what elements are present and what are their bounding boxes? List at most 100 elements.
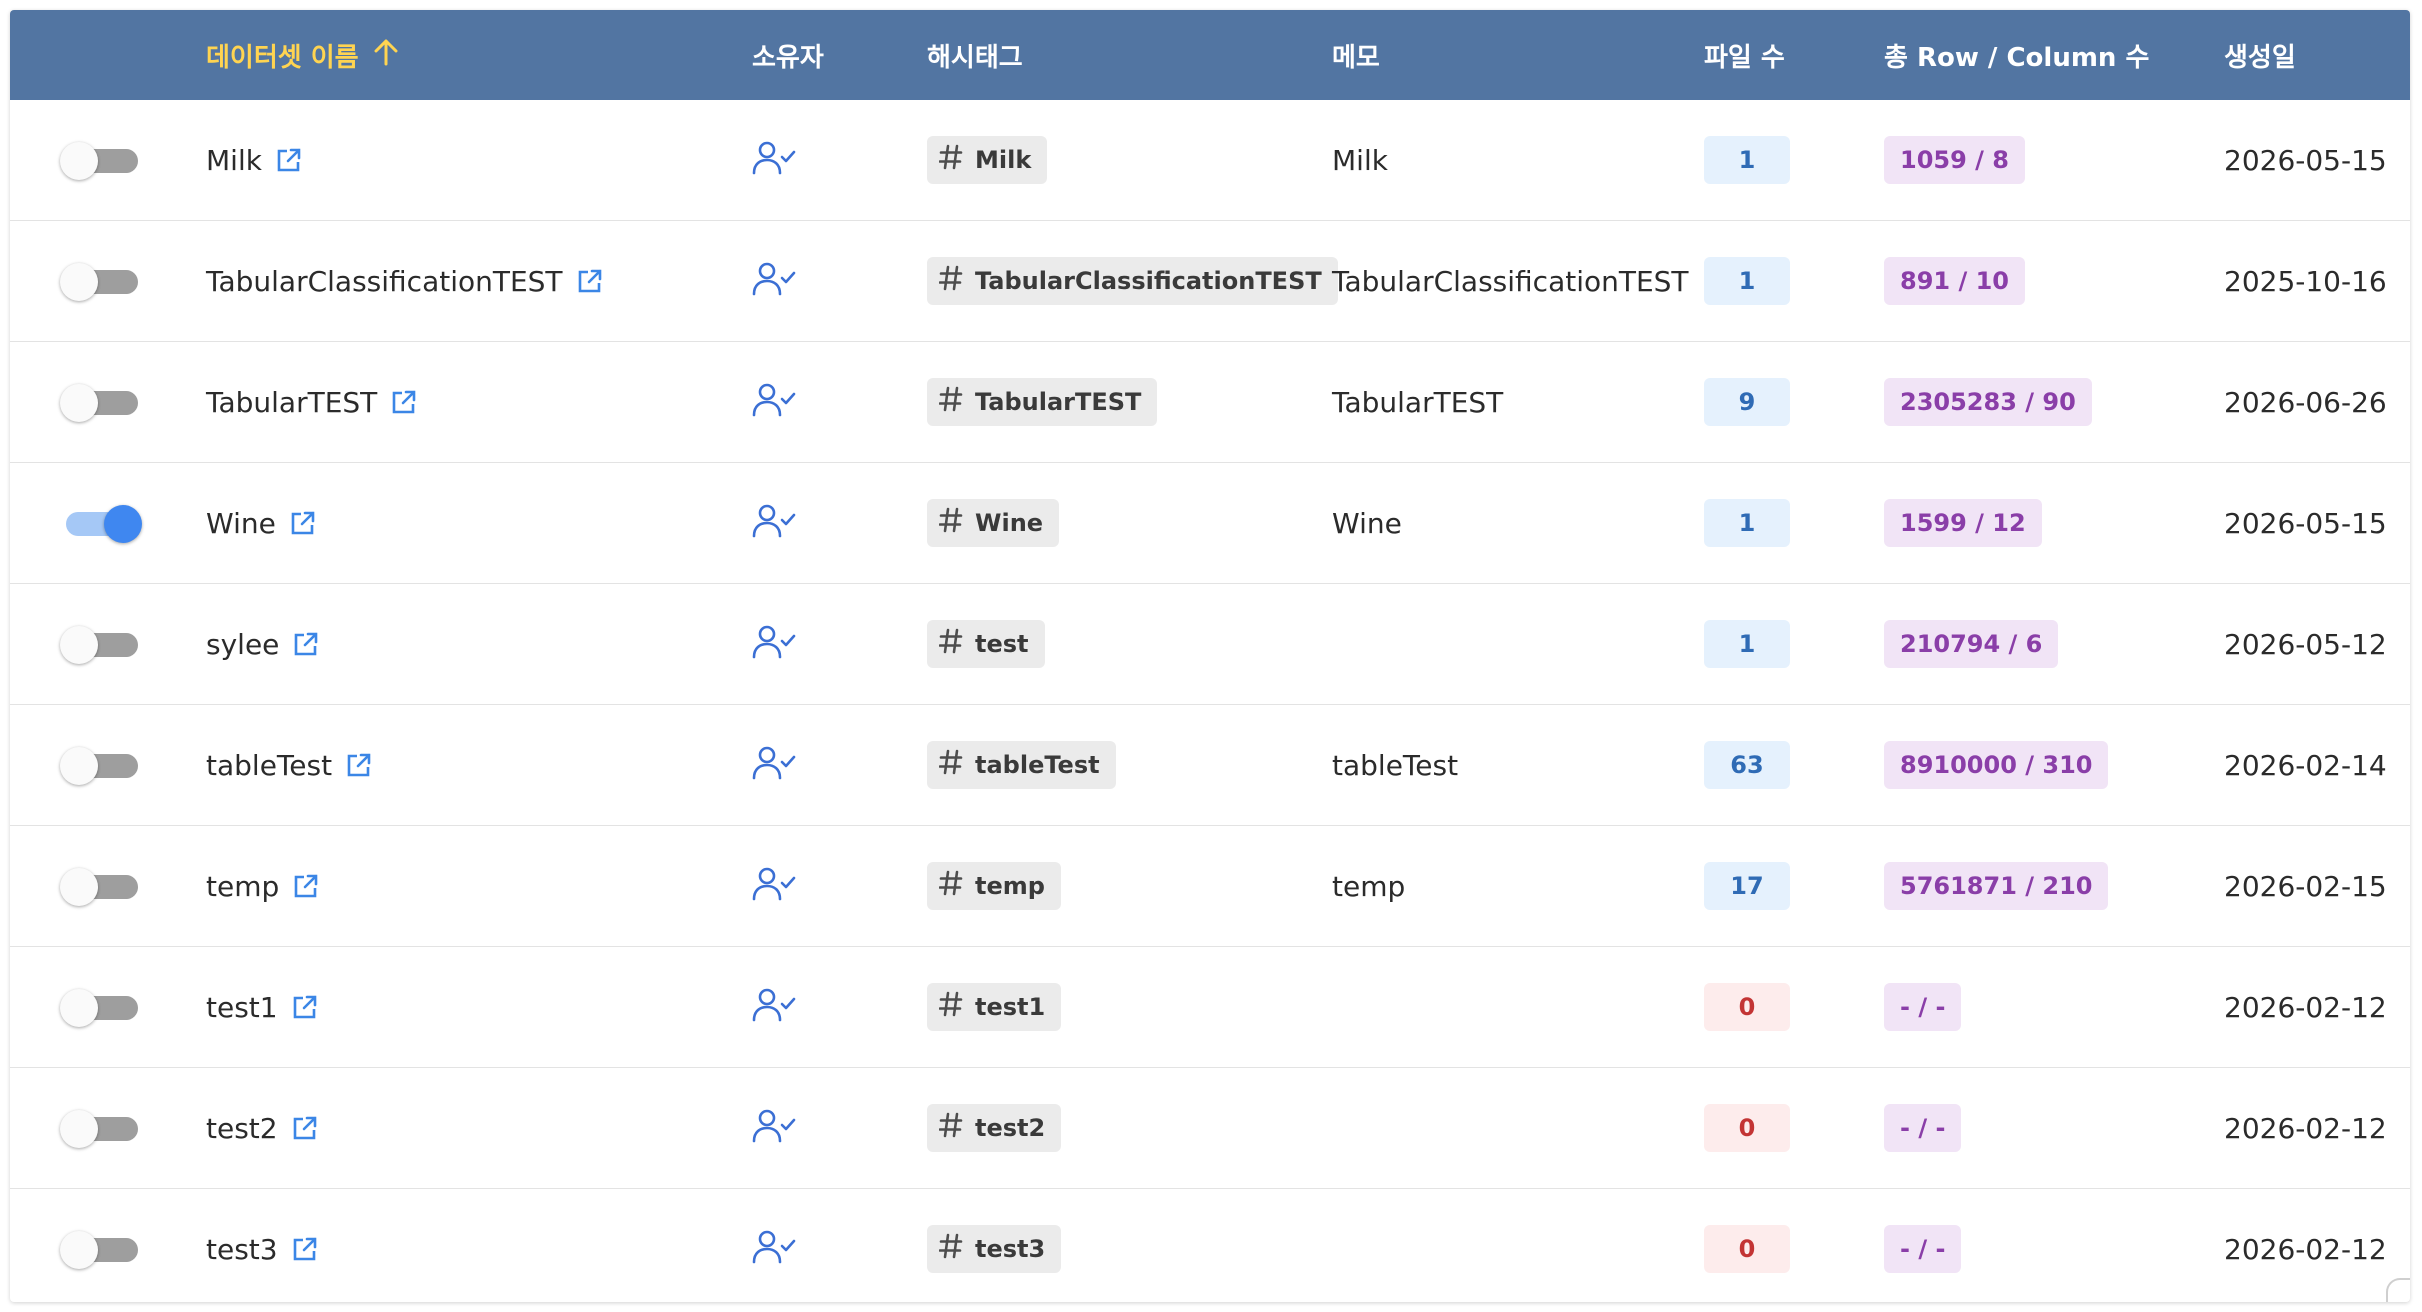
external-link-icon[interactable] [291, 629, 321, 659]
external-link-icon[interactable] [575, 266, 605, 296]
table-row[interactable]: test2 test2 0 - / - 2026-02-12 [10, 1068, 2410, 1189]
created-date: 2026-02-14 [2224, 748, 2387, 782]
memo-text: tableTest [1332, 748, 1459, 782]
user-check-icon [752, 624, 796, 664]
memo-text: Wine [1332, 506, 1402, 540]
created-date: 2026-02-15 [2224, 869, 2387, 903]
dataset-toggle[interactable] [60, 624, 140, 664]
row-column-badge: 1599 / 12 [1884, 499, 2042, 547]
dataset-name[interactable]: test3 [206, 1233, 278, 1266]
hashtag-chip[interactable]: tableTest [927, 741, 1116, 789]
hashtag-cell: test3 [927, 1189, 1062, 1302]
row-column-badge: 8910000 / 310 [1884, 741, 2109, 789]
owner-cell [752, 1068, 796, 1188]
table-row[interactable]: sylee test 1 210794 / 6 2026-05-12 [10, 584, 2410, 705]
dataset-toggle[interactable] [60, 261, 140, 301]
dataset-toggle[interactable] [60, 866, 140, 906]
column-header-files[interactable]: 파일 수 [1704, 10, 1785, 100]
dataset-toggle[interactable] [60, 503, 142, 543]
table-body: Milk Milk Milk 1 1059 / 8 2026-05-15 TabularCl… [10, 100, 2410, 1302]
table-row[interactable]: temp temp temp 17 5761871 / 210 2026-02-15 [10, 826, 2410, 947]
dataset-toggle[interactable] [60, 1108, 140, 1148]
created-cell: 2026-02-12 [2224, 1068, 2387, 1188]
dataset-toggle[interactable] [60, 140, 140, 180]
user-check-icon [752, 1108, 796, 1148]
dataset-toggle[interactable] [60, 745, 140, 785]
toggle-cell [60, 947, 140, 1067]
dataset-toggle[interactable] [60, 1229, 140, 1269]
owner-cell [752, 826, 796, 946]
table-row[interactable]: test1 test1 0 - / - 2026-02-12 [10, 947, 2410, 1068]
dataset-name[interactable]: test1 [206, 991, 278, 1024]
hashtag-chip[interactable]: test1 [927, 983, 1062, 1031]
hashtag-label: test1 [975, 993, 1046, 1021]
column-header-rowcol[interactable]: 총 Row / Column 수 [1884, 10, 2149, 100]
dataset-name[interactable]: tableTest [206, 749, 332, 782]
dataset-name[interactable]: sylee [206, 628, 279, 661]
arrow-up-icon[interactable] [373, 38, 399, 73]
column-header-hashtag[interactable]: 해시태그 [927, 10, 1023, 100]
table-header: 데이터셋 이름 소유자 해시태그 메모 파일 수 총 Row / Column … [10, 10, 2410, 100]
dataset-name[interactable]: test2 [206, 1112, 278, 1145]
column-header-name[interactable]: 데이터셋 이름 [206, 10, 399, 100]
row-column-badge: - / - [1884, 1104, 1962, 1152]
toggle-thumb [60, 1231, 98, 1269]
hashtag-cell: Milk [927, 100, 1048, 220]
rowcol-cell: - / - [1884, 1189, 1962, 1302]
table-row[interactable]: tableTest tableTest tableTest 63 8910000 / 3… [10, 705, 2410, 826]
hashtag-chip[interactable]: test3 [927, 1225, 1062, 1273]
column-header-created[interactable]: 생성일 [2224, 10, 2296, 100]
table-row[interactable]: test3 test3 0 - / - 2026-02-12 [10, 1189, 2410, 1302]
hashtag-chip[interactable]: Wine [927, 499, 1060, 547]
dataset-name[interactable]: Milk [206, 144, 262, 177]
rowcol-cell: 210794 / 6 [1884, 584, 2059, 704]
owner-cell [752, 1189, 796, 1302]
name-cell: TabularClassificationTEST [206, 221, 605, 341]
hashtag-label: tableTest [975, 751, 1100, 779]
column-header-name-label: 데이터셋 이름 [206, 42, 359, 73]
dataset-name[interactable]: TabularClassificationTEST [206, 265, 563, 298]
user-check-icon [752, 745, 796, 785]
memo-cell: Wine [1332, 463, 1402, 583]
dataset-name[interactable]: Wine [206, 507, 276, 540]
toggle-thumb [60, 989, 98, 1027]
hashtag-chip[interactable]: test [927, 620, 1045, 668]
created-cell: 2025-10-16 [2224, 221, 2387, 341]
external-link-icon[interactable] [290, 1234, 320, 1264]
memo-text: temp [1332, 869, 1406, 903]
table-row[interactable]: Wine Wine Wine 1 1599 / 12 2026-05-15 [10, 463, 2410, 584]
files-cell: 63 [1704, 705, 1790, 825]
hashtag-chip[interactable]: TabularTEST [927, 378, 1158, 426]
table-row[interactable]: TabularClassificationTEST TabularClassifi… [10, 221, 2410, 342]
external-link-icon[interactable] [274, 145, 304, 175]
external-link-icon[interactable] [389, 387, 419, 417]
hashtag-chip[interactable]: test2 [927, 1104, 1062, 1152]
external-link-icon[interactable] [290, 1113, 320, 1143]
table-row[interactable]: TabularTEST TabularTEST TabularTEST 9 230528… [10, 342, 2410, 463]
dataset-name[interactable]: TabularTEST [206, 386, 377, 419]
created-date: 2026-06-26 [2224, 385, 2387, 419]
column-header-owner[interactable]: 소유자 [752, 10, 824, 100]
files-cell: 0 [1704, 1068, 1790, 1188]
hashtag-chip[interactable]: TabularClassificationTEST [927, 257, 1338, 305]
memo-text: Milk [1332, 143, 1388, 177]
files-cell: 1 [1704, 584, 1790, 704]
rowcol-cell: 2305283 / 90 [1884, 342, 2092, 462]
hash-icon [938, 385, 963, 420]
dataset-toggle[interactable] [60, 987, 140, 1027]
external-link-icon[interactable] [288, 508, 318, 538]
hashtag-label: test2 [975, 1114, 1046, 1142]
table-row[interactable]: Milk Milk Milk 1 1059 / 8 2026-05-15 [10, 100, 2410, 221]
dataset-name[interactable]: temp [206, 870, 279, 903]
created-cell: 2026-06-26 [2224, 342, 2387, 462]
resize-handle[interactable] [2386, 1278, 2410, 1302]
external-link-icon[interactable] [344, 750, 374, 780]
column-header-memo[interactable]: 메모 [1332, 10, 1380, 100]
toggle-thumb [60, 868, 98, 906]
created-date: 2026-05-12 [2224, 627, 2387, 661]
dataset-toggle[interactable] [60, 382, 140, 422]
external-link-icon[interactable] [291, 871, 321, 901]
external-link-icon[interactable] [290, 992, 320, 1022]
hashtag-chip[interactable]: temp [927, 862, 1061, 910]
hashtag-chip[interactable]: Milk [927, 136, 1048, 184]
